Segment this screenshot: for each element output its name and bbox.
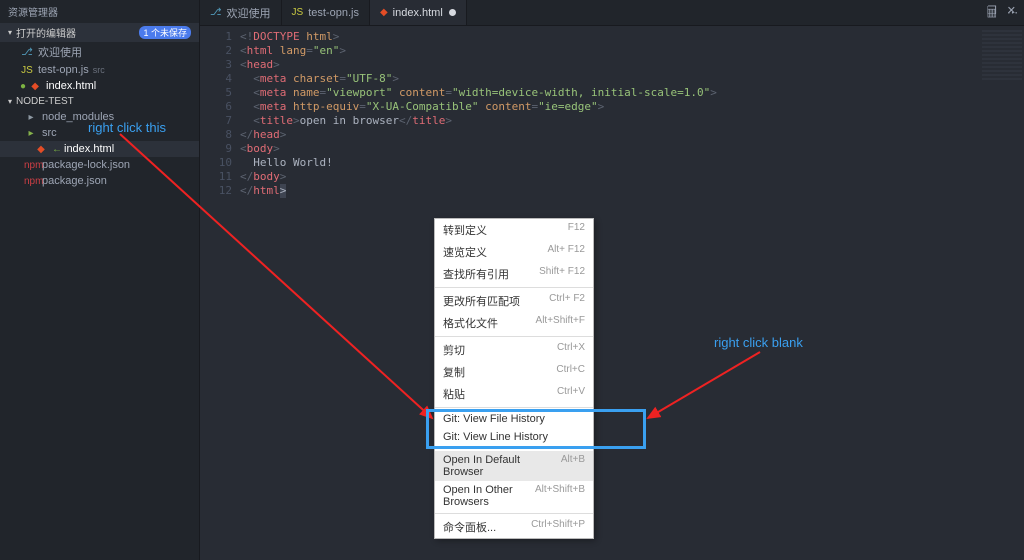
context-menu: 转到定义 F12 速览定义 Alt+ F12 查找所有引用 Shift+ F12 更改所有匹… <box>434 218 594 539</box>
context-menu-item[interactable]: 转到定义 F12 <box>435 219 593 241</box>
tree-item-label: package-lock.json <box>42 159 130 171</box>
file-name: 欢迎使用 <box>38 44 82 60</box>
menu-item-shortcut: Shift+ F12 <box>539 266 585 282</box>
file-type-icon: ◆ <box>34 144 48 155</box>
tree-item[interactable]: ◆ ←index.html <box>0 141 199 157</box>
tree-item[interactable]: ▸ src <box>0 125 199 141</box>
menu-item-shortcut: Alt+Shift+B <box>535 484 585 508</box>
file-type-icon: ▸ <box>24 112 38 123</box>
menu-item-shortcut: Ctrl+V <box>557 386 585 402</box>
tree-item[interactable]: npm package-lock.json <box>0 157 199 173</box>
project-name: NODE-TEST <box>16 96 74 107</box>
close-window-icon[interactable]: ✕ <box>1007 4 1016 17</box>
file-type-icon: ◆ <box>28 81 42 92</box>
file-path: src <box>93 65 105 75</box>
chevron-down-icon: ▾ <box>8 97 12 106</box>
unsaved-badge: 1 个未保存 <box>139 26 191 39</box>
context-menu-item[interactable]: Open In Default BrowserAlt+B <box>435 451 593 481</box>
file-type-icon: JS <box>292 7 304 18</box>
menu-item-label: 剪切 <box>443 342 465 358</box>
code-area[interactable]: 123456789101112 <!DOCTYPE html><html lan… <box>200 26 1024 560</box>
menu-item-label: 更改所有匹配项 <box>443 293 520 309</box>
open-editors-label: 打开的编辑器 <box>16 25 76 40</box>
file-type-icon: ◆ <box>380 7 388 18</box>
context-menu-item[interactable]: 剪切 Ctrl+X <box>435 339 593 361</box>
tab-bar: ⎇欢迎使用JStest-opn.js◆index.html ▥ ⋯ <box>200 0 1024 26</box>
line-gutter: 123456789101112 <box>200 26 240 560</box>
restore-window-icon[interactable]: ❐ <box>987 4 997 17</box>
file-name: test-opn.js <box>38 64 89 76</box>
editor-tab[interactable]: ◆ index.html <box>370 0 467 25</box>
menu-item-shortcut: F12 <box>568 222 585 238</box>
menu-separator <box>435 407 593 408</box>
file-name: index.html <box>46 80 96 92</box>
file-type-icon: npm <box>24 176 38 187</box>
menu-item-label: Open In Other Browsers <box>443 484 535 508</box>
menu-item-label: 速览定义 <box>443 244 487 260</box>
tree-item[interactable]: ▸ node_modules <box>0 109 199 125</box>
tab-label: 欢迎使用 <box>227 5 271 21</box>
open-editors-header[interactable]: ▾ 打开的编辑器 1 个未保存 <box>0 23 199 42</box>
context-menu-item[interactable]: 粘贴 Ctrl+V <box>435 383 593 405</box>
tab-label: index.html <box>393 7 443 19</box>
context-menu-item[interactable]: Git: View Line History <box>435 428 593 446</box>
menu-item-shortcut: Ctrl+C <box>556 364 585 380</box>
dirty-dot-icon <box>449 9 456 16</box>
menu-item-shortcut: Alt+Shift+F <box>536 315 585 331</box>
open-editor-item[interactable]: JS test-opn.js src <box>0 62 199 78</box>
menu-separator <box>435 448 593 449</box>
tree-item-label: node_modules <box>42 111 114 123</box>
project-root[interactable]: ▾ NODE-TEST <box>0 94 199 109</box>
context-menu-item[interactable]: 格式化文件 Alt+Shift+F <box>435 312 593 334</box>
menu-item-shortcut: Alt+B <box>561 454 585 478</box>
editor-tab[interactable]: JS test-opn.js <box>282 0 370 25</box>
menu-item-label: Git: View Line History <box>443 431 548 443</box>
explorer-title: 资源管理器 <box>0 0 199 23</box>
tree-item-label: index.html <box>64 143 114 155</box>
sidebar: 资源管理器 ▾ 打开的编辑器 1 个未保存 ⎇ 欢迎使用 JS test-opn.js… <box>0 0 200 560</box>
file-type-icon: npm <box>24 160 38 171</box>
tree-item-label: src <box>42 127 57 139</box>
menu-item-shortcut: Ctrl+ F2 <box>549 293 585 309</box>
context-menu-item[interactable]: 速览定义 Alt+ F12 <box>435 241 593 263</box>
context-menu-item[interactable]: 命令面板... Ctrl+Shift+P <box>435 516 593 538</box>
menu-separator <box>435 513 593 514</box>
menu-item-label: Git: View File History <box>443 413 545 425</box>
file-type-icon: ▸ <box>24 128 38 139</box>
editor: ⎇欢迎使用JStest-opn.js◆index.html ▥ ⋯ 123456… <box>200 0 1024 560</box>
file-type-icon: ⎇ <box>210 7 222 18</box>
editor-tab[interactable]: ⎇ 欢迎使用 <box>200 0 282 25</box>
menu-item-label: 查找所有引用 <box>443 266 509 282</box>
context-menu-item[interactable]: Open In Other BrowsersAlt+Shift+B <box>435 481 593 511</box>
tree-item[interactable]: npm package.json <box>0 173 199 189</box>
menu-item-label: 复制 <box>443 364 465 380</box>
code-content[interactable]: <!DOCTYPE html><html lang="en"><head> <m… <box>240 26 1024 560</box>
menu-item-label: Open In Default Browser <box>443 454 561 478</box>
file-type-icon: JS <box>20 65 34 76</box>
context-menu-item[interactable]: 更改所有匹配项 Ctrl+ F2 <box>435 290 593 312</box>
dirty-indicator-icon: ● <box>20 81 26 92</box>
tree-item-label: package.json <box>42 175 107 187</box>
menu-separator <box>435 287 593 288</box>
file-type-icon: ⎇ <box>20 47 34 58</box>
context-menu-item[interactable]: 查找所有引用 Shift+ F12 <box>435 263 593 285</box>
menu-item-shortcut: Ctrl+X <box>557 342 585 358</box>
menu-item-label: 命令面板... <box>443 519 496 535</box>
menu-item-shortcut: Alt+ F12 <box>547 244 585 260</box>
dirty-indicator-icon: ← <box>52 144 62 155</box>
context-menu-item[interactable]: 复制 Ctrl+C <box>435 361 593 383</box>
minimap[interactable] <box>982 30 1022 80</box>
open-editor-item[interactable]: ⎇ 欢迎使用 <box>0 42 199 62</box>
tab-label: test-opn.js <box>308 7 359 19</box>
menu-separator <box>435 336 593 337</box>
menu-item-shortcut: Ctrl+Shift+P <box>531 519 585 535</box>
menu-item-label: 转到定义 <box>443 222 487 238</box>
open-editor-item[interactable]: ●◆ index.html <box>0 78 199 94</box>
menu-item-label: 格式化文件 <box>443 315 498 331</box>
menu-item-label: 粘贴 <box>443 386 465 402</box>
chevron-down-icon: ▾ <box>8 28 12 37</box>
context-menu-item[interactable]: Git: View File History <box>435 410 593 428</box>
